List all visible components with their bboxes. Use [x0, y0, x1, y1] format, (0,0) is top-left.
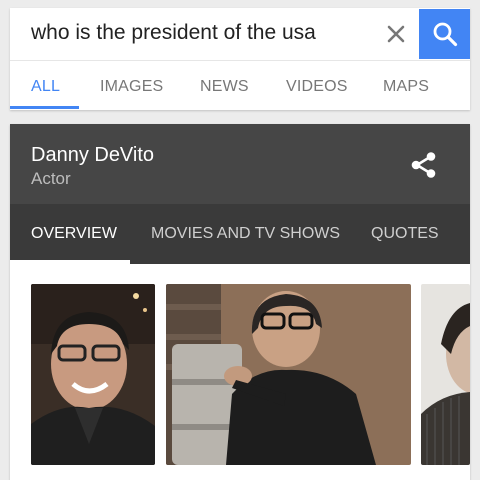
entity-subtitle: Actor	[31, 169, 71, 188]
image-thumbnail[interactable]	[421, 284, 470, 465]
portrait-photo	[421, 284, 470, 465]
image-thumbnail[interactable]	[31, 284, 155, 465]
close-icon	[387, 25, 405, 43]
share-button[interactable]	[408, 150, 440, 180]
search-query-input[interactable]: who is the president of the usa	[31, 21, 316, 45]
tab-videos[interactable]: VIDEOS	[286, 78, 348, 96]
tab-all[interactable]: ALL	[31, 78, 60, 96]
tab-quotes[interactable]: QUOTES	[371, 225, 439, 243]
entity-name[interactable]: Danny DeVito	[31, 144, 154, 167]
tab-maps[interactable]: MAPS	[383, 78, 429, 96]
share-icon	[411, 152, 436, 178]
knowledge-panel: Danny DeVito Actor OVERVIEW MOVIES AND T…	[10, 124, 470, 480]
tab-news[interactable]: NEWS	[200, 78, 249, 96]
knowledge-panel-header: Danny DeVito Actor	[10, 124, 470, 204]
tab-overview[interactable]: OVERVIEW	[31, 225, 117, 243]
active-panel-tab-indicator	[10, 260, 130, 264]
clear-search-button[interactable]	[382, 20, 410, 48]
portrait-photo	[166, 284, 411, 465]
search-tabs: ALL IMAGES NEWS VIDEOS MAPS	[10, 61, 470, 110]
search-card: who is the president of the usa ALL IMAG…	[10, 8, 470, 110]
search-icon	[433, 22, 457, 47]
knowledge-panel-tabs: OVERVIEW MOVIES AND TV SHOWS QUOTES	[10, 204, 470, 264]
search-button[interactable]	[419, 9, 470, 59]
tab-images[interactable]: IMAGES	[100, 78, 163, 96]
portrait-photo	[31, 284, 155, 465]
search-bar: who is the president of the usa	[10, 8, 470, 60]
active-tab-indicator	[10, 106, 79, 109]
tab-movies-and-tv-shows[interactable]: MOVIES AND TV SHOWS	[151, 225, 340, 243]
image-thumbnail[interactable]	[166, 284, 411, 465]
